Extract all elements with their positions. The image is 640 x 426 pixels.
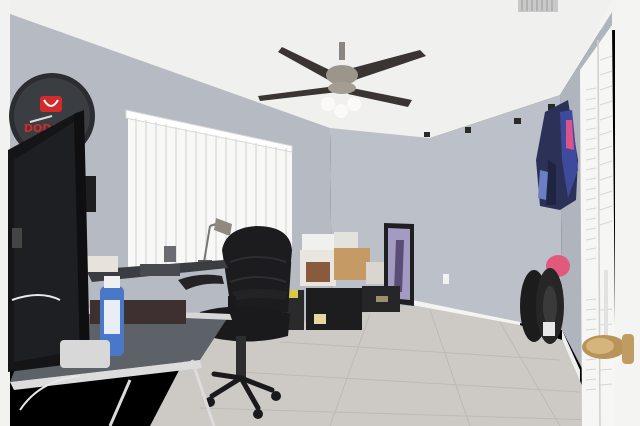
home-office-photo: DODGE xyxy=(0,0,640,426)
wall-outlet xyxy=(443,274,449,284)
room-scene: DODGE xyxy=(0,0,640,426)
closet-doors xyxy=(580,25,616,426)
desk-papers xyxy=(86,256,118,272)
spare-tires xyxy=(520,268,564,344)
